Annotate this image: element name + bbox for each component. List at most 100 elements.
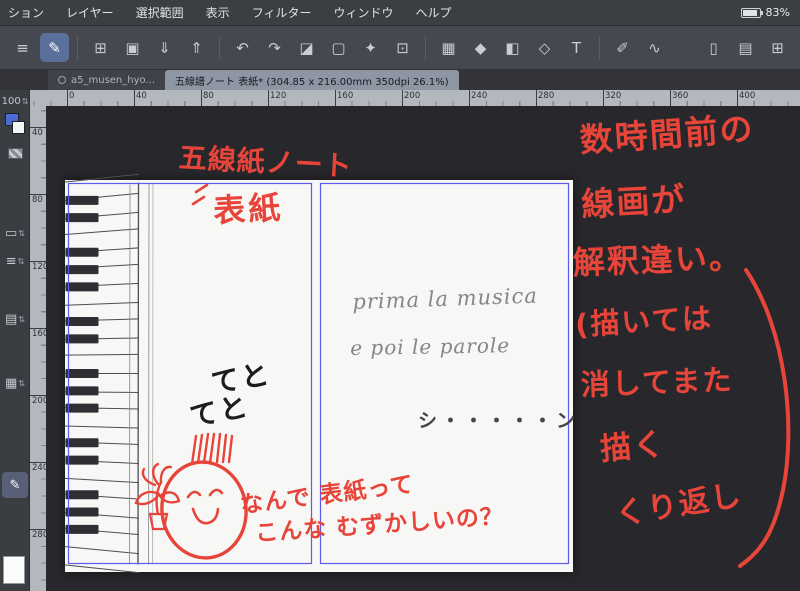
red-note-side-0: 数時間前の bbox=[578, 108, 756, 160]
tab-label: a5_musen_hyo... bbox=[71, 74, 156, 86]
battery-fill bbox=[742, 9, 757, 16]
tab-bar: a5_musen_hyo... 五線譜ノート 表紙* (304.85 x 216.… bbox=[0, 70, 800, 90]
crop-icon[interactable]: ⊡ bbox=[388, 33, 417, 62]
screentone-icon[interactable]: ▦ bbox=[434, 33, 463, 62]
toolbar-main-group: ≡ ✎ ⊞ ▣ ⇓ ⇑ ↶ ↷ ◪ ▢ ✦ ⊡ ▦ ◆ ◧ ◇ T ✐ ∿ bbox=[8, 33, 669, 62]
undo-icon[interactable]: ↶ bbox=[228, 33, 257, 62]
toolbar-separator bbox=[219, 35, 220, 60]
red-note-title-2: 表紙 bbox=[212, 188, 285, 230]
pages-icon[interactable]: ▤ bbox=[731, 33, 760, 62]
h-ruler-label-40: 40 bbox=[136, 91, 147, 101]
vertical-ruler[interactable]: 40 80 120 160 200 240 280 bbox=[30, 106, 48, 591]
v-ruler-label-80: 80 bbox=[32, 195, 43, 205]
menu-item-0[interactable]: ション bbox=[8, 4, 44, 21]
stepper-arrows-icon: ⇅ bbox=[17, 256, 25, 266]
red-note-side-5: 描く bbox=[598, 426, 668, 468]
menu-item-1[interactable]: レイヤー bbox=[66, 4, 114, 21]
red-note-side-4: 消してまた bbox=[580, 362, 734, 402]
toolbar-separator bbox=[425, 35, 426, 60]
clip-studio-app: ション レイヤー 選択範囲 表示 フィルター ウィンドウ ヘルプ 83% ≡ ✎ ⊞ ▣ ⇓ ⇑ ↶ ↷ ◪… bbox=[0, 0, 800, 591]
main-menu-icon[interactable]: ≡ bbox=[8, 33, 37, 62]
stepper-arrows-icon: ⇅ bbox=[18, 378, 25, 388]
subtool-stepper-1[interactable]: ▭ ⇅ bbox=[2, 222, 28, 244]
battery-percent: 83% bbox=[765, 6, 790, 19]
eraser-icon[interactable]: ◪ bbox=[292, 33, 321, 62]
device-icon[interactable]: ▯ bbox=[699, 33, 728, 62]
menu-item-5[interactable]: ウィンドウ bbox=[333, 4, 393, 21]
toolbar-separator bbox=[77, 35, 78, 60]
layer-stepper[interactable]: ▤ ⇅ bbox=[2, 308, 28, 330]
material-stepper-glyph: ▦ bbox=[5, 375, 18, 391]
h-ruler-label-280: 280 bbox=[538, 91, 555, 101]
red-note-side-2: 解釈違い。 bbox=[572, 238, 744, 282]
navigator-thumbnail[interactable] bbox=[3, 556, 25, 584]
subtool-stepper-1-glyph: ▭ bbox=[5, 225, 18, 241]
h-ruler-label-120: 120 bbox=[270, 91, 287, 101]
tab-label: 五線譜ノート 表紙* (304.85 x 216.00mm 350dpi 26.… bbox=[175, 76, 449, 88]
h-ruler-label-360: 360 bbox=[672, 91, 689, 101]
tab-status-icon bbox=[58, 76, 66, 84]
ruler-pen-icon[interactable]: ✐ bbox=[608, 33, 637, 62]
document-tab-0[interactable]: a5_musen_hyo... bbox=[48, 70, 166, 90]
h-ruler-label-80: 80 bbox=[203, 91, 214, 101]
red-bracket bbox=[738, 268, 791, 568]
secondary-color-swatch[interactable] bbox=[12, 121, 25, 134]
v-ruler-label-40: 40 bbox=[32, 128, 43, 138]
tool-column: 100 ⇅ ▭ ⇅ ≡ ⇅ ▤ ⇅ ▦ ⇅ ✎ bbox=[0, 90, 30, 591]
h-ruler-label-320: 320 bbox=[605, 91, 622, 101]
menu-items: ション レイヤー 選択範囲 表示 フィルター ウィンドウ ヘルプ bbox=[8, 4, 451, 21]
new-canvas-icon[interactable]: ⊞ bbox=[86, 33, 115, 62]
horizontal-ruler[interactable]: 0 40 80 120 160 200 240 280 320 360 400 bbox=[30, 90, 800, 106]
active-pen-icon-glyph: ✎ bbox=[9, 477, 21, 493]
stepper-arrows-icon: ⇅ bbox=[21, 96, 29, 106]
active-pen-icon[interactable]: ✎ bbox=[2, 472, 28, 498]
curve-ruler-icon[interactable]: ∿ bbox=[640, 33, 669, 62]
pencil-lyric-2: e poi le parole bbox=[350, 333, 511, 360]
menu-item-4[interactable]: フィルター bbox=[252, 4, 312, 21]
h-ruler-label-0: 0 bbox=[69, 91, 75, 101]
document-tab-1[interactable]: 五線譜ノート 表紙* (304.85 x 216.00mm 350dpi 26.… bbox=[165, 70, 459, 90]
h-ruler-label-240: 240 bbox=[471, 91, 488, 101]
redo-icon[interactable]: ↷ bbox=[260, 33, 289, 62]
subtool-stepper-2-glyph: ≡ bbox=[5, 253, 17, 269]
text-icon[interactable]: T bbox=[562, 33, 591, 62]
layer-stepper-glyph: ▤ bbox=[5, 311, 18, 327]
gradient-icon[interactable]: ◧ bbox=[498, 33, 527, 62]
battery-icon bbox=[740, 7, 763, 18]
red-note-side-1: 線画が bbox=[580, 179, 688, 224]
h-ruler-label-400: 400 bbox=[739, 91, 756, 101]
menu-item-2[interactable]: 選択範囲 bbox=[136, 4, 184, 21]
menu-item-6[interactable]: ヘルプ bbox=[415, 4, 451, 21]
toolbar-separator bbox=[599, 35, 600, 60]
save-icon[interactable]: ⇓ bbox=[150, 33, 179, 62]
pen-tool-icon[interactable]: ✎ bbox=[40, 33, 69, 62]
red-note-side-6: くり返し bbox=[613, 477, 746, 533]
red-note-title-1: 五線紙ノート bbox=[178, 140, 354, 184]
stepper-arrows-icon: ⇅ bbox=[18, 314, 25, 324]
brush-size-stepper[interactable]: 100 ⇅ bbox=[1, 90, 29, 112]
magic-wand-icon[interactable]: ✦ bbox=[356, 33, 385, 62]
h-ruler-label-160: 160 bbox=[337, 91, 354, 101]
selection-icon[interactable]: ▢ bbox=[324, 33, 353, 62]
fill-icon[interactable]: ◆ bbox=[466, 33, 495, 62]
h-ruler-label-200: 200 bbox=[404, 91, 421, 101]
transparent-color-icon[interactable] bbox=[2, 142, 28, 164]
material-stepper[interactable]: ▦ ⇅ bbox=[2, 372, 28, 394]
red-note-side-3: (描いては bbox=[574, 300, 714, 342]
stepper-arrows-icon: ⇅ bbox=[18, 228, 25, 238]
toolbar: ≡ ✎ ⊞ ▣ ⇓ ⇑ ↶ ↷ ◪ ▢ ✦ ⊡ ▦ ◆ ◧ ◇ T ✐ ∿ ▯ ▤ ⊞ bbox=[0, 26, 800, 70]
shape-icon[interactable]: ◇ bbox=[530, 33, 559, 62]
workspace-grid-icon[interactable]: ⊞ bbox=[763, 33, 792, 62]
menubar: ション レイヤー 選択範囲 表示 フィルター ウィンドウ ヘルプ 83% bbox=[0, 0, 800, 26]
transparent-swatch[interactable] bbox=[7, 147, 23, 159]
toolbar-right-group: ▯ ▤ ⊞ bbox=[699, 33, 792, 62]
export-icon[interactable]: ⇑ bbox=[182, 33, 211, 62]
brush-size-value: 100 bbox=[1, 95, 21, 107]
status-area: 83% bbox=[740, 6, 790, 19]
menu-item-3[interactable]: 表示 bbox=[206, 4, 230, 21]
canvas-viewport[interactable]: prima la musica e poi le parole てと てと シ・… bbox=[46, 106, 800, 591]
sfx-silence: シ・・・・・ン bbox=[418, 410, 580, 432]
subtool-stepper-2[interactable]: ≡ ⇅ bbox=[2, 250, 28, 272]
color-swatches[interactable] bbox=[2, 112, 28, 138]
open-folder-icon[interactable]: ▣ bbox=[118, 33, 147, 62]
